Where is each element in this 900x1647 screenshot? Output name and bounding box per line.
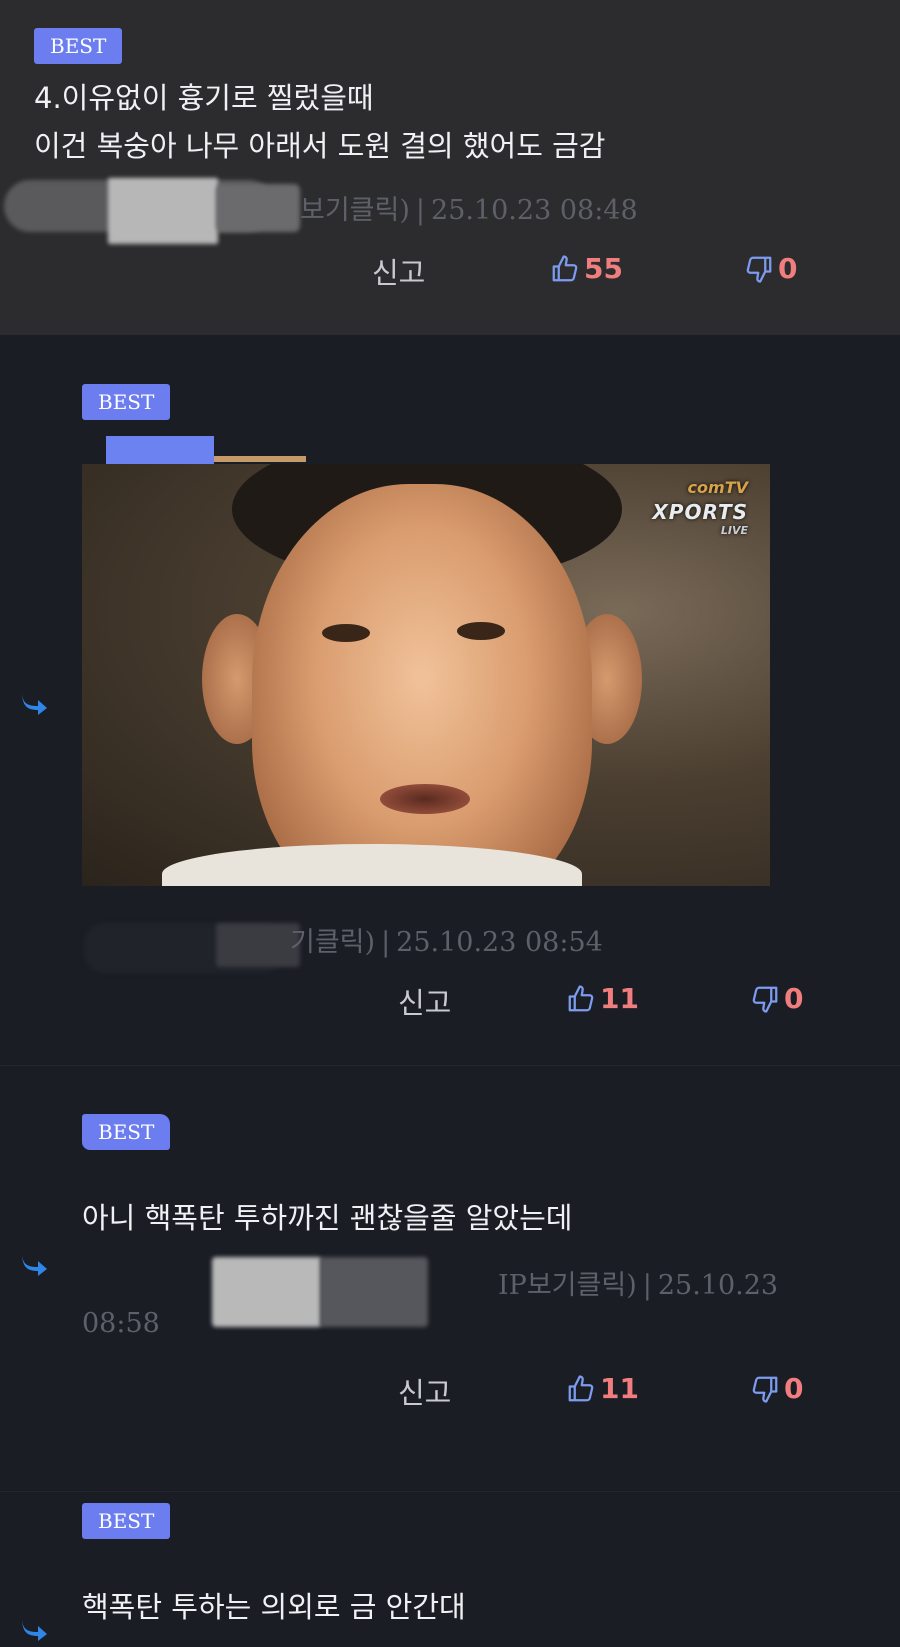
ip-view-link[interactable]: 보기클릭) xyxy=(300,195,410,226)
report-button[interactable]: 신고 xyxy=(398,1370,451,1412)
comment-text-line-2: 이건 복숭아 나무 아래서 도원 결의 했어도 금감 xyxy=(34,129,606,163)
dislike-button[interactable]: 0 xyxy=(750,982,803,1015)
thumbs-down-icon xyxy=(752,1376,778,1403)
timestamp: 25.10.23 08:48 xyxy=(431,195,638,226)
image-eye-left xyxy=(322,624,370,642)
timestamp-date: 25.10.23 xyxy=(657,1270,779,1301)
best-badge: BEST xyxy=(82,1503,171,1539)
like-button[interactable]: 11 xyxy=(566,1372,639,1405)
comment-meta: 보기클릭) | 25.10.23 08:48 xyxy=(300,195,638,226)
redacted-author xyxy=(80,915,310,977)
comment-1: BEST 4.이유없이 흉기로 찔렀을때 이건 복숭아 나무 아래서 도원 결의… xyxy=(0,0,900,335)
comment-4: BEST 핵폭탄 투하는 의외로 금 안간대 xyxy=(0,1492,900,1647)
ip-view-link[interactable]: IP보기클릭) xyxy=(498,1270,637,1301)
report-button[interactable]: 신고 xyxy=(372,250,425,292)
like-button[interactable]: 55 xyxy=(550,252,623,285)
comment-meta: 기클릭) | 25.10.23 08:54 xyxy=(290,927,603,958)
comment-text-line-1: 4.이유없이 흉기로 찔렀을때 xyxy=(34,81,374,115)
dislike-count: 0 xyxy=(784,1372,804,1405)
timestamp: 25.10.23 08:54 xyxy=(396,927,603,958)
like-button[interactable]: 11 xyxy=(566,982,639,1015)
thumbs-up-icon xyxy=(568,984,594,1011)
comment-meta: IP보기클릭) | 25.10.23 xyxy=(498,1270,779,1301)
thumbs-down-icon xyxy=(752,986,778,1013)
attached-image[interactable]: comTV XPORTS LIVE xyxy=(82,464,770,886)
redacted-author xyxy=(82,430,322,464)
dislike-button[interactable]: 0 xyxy=(744,252,797,285)
ip-view-link[interactable]: 기클릭) xyxy=(290,927,375,958)
best-badge: BEST xyxy=(82,384,171,420)
best-badge: BEST xyxy=(34,28,123,64)
report-button[interactable]: 신고 xyxy=(398,980,451,1022)
reply-arrow-icon xyxy=(22,1252,47,1276)
dislike-button[interactable]: 0 xyxy=(750,1372,803,1405)
comment-text-line-1: 핵폭탄 투하는 의외로 금 안간대 xyxy=(82,1590,466,1624)
timestamp-time: 08:58 xyxy=(82,1308,160,1339)
like-count: 11 xyxy=(600,982,639,1015)
best-badge: BEST xyxy=(82,1114,171,1150)
broadcast-logo: comTV XPORTS LIVE xyxy=(652,478,748,537)
dislike-count: 0 xyxy=(784,982,804,1015)
image-eye-right xyxy=(457,622,505,640)
thumbs-down-icon xyxy=(746,256,772,283)
like-count: 55 xyxy=(584,252,623,285)
thumbs-up-icon xyxy=(568,1374,594,1401)
redacted-author xyxy=(212,1255,434,1331)
dislike-count: 0 xyxy=(778,252,798,285)
thumbs-up-icon xyxy=(552,254,578,281)
image-mouth xyxy=(380,784,470,814)
comment-text-line-1: 아니 핵폭탄 투하까진 괜찮을줄 알았는데 xyxy=(82,1201,573,1235)
image-face xyxy=(252,484,592,886)
reply-arrow-icon xyxy=(22,1617,47,1641)
like-count: 11 xyxy=(600,1372,639,1405)
reply-arrow-icon xyxy=(22,691,47,715)
redacted-author xyxy=(0,176,310,246)
